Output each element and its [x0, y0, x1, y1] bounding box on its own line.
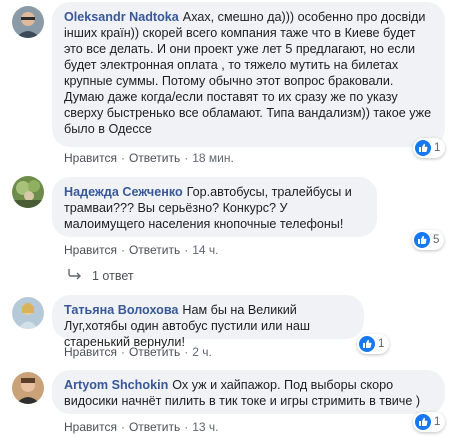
view-replies-link[interactable]: 1 ответ [68, 268, 134, 283]
comment-bubble: Надежда Сежченко Гор.автобусы, тралейбусы… [52, 177, 377, 237]
comment-actions: Нравится · Ответить · 13 ч. [64, 420, 219, 434]
reaction-count[interactable]: 1 [413, 138, 446, 158]
reaction-number: 1 [434, 416, 441, 428]
timestamp[interactable]: 2 ч. [192, 345, 212, 359]
avatar[interactable] [12, 297, 44, 329]
timestamp[interactable]: 13 ч. [192, 420, 218, 434]
avatar[interactable] [12, 6, 44, 38]
comment-author[interactable]: Татьяна Волохова [64, 303, 178, 317]
avatar[interactable] [12, 372, 44, 404]
reply-link[interactable]: Ответить [129, 345, 180, 359]
reaction-number: 1 [378, 338, 385, 350]
timestamp[interactable]: 18 мин. [192, 151, 234, 165]
comment-actions: Нравится · Ответить · 14 ч. [64, 243, 219, 257]
comment-author[interactable]: Artyom Shchokin [64, 378, 168, 392]
like-icon [415, 140, 431, 156]
comment-bubble: Татьяна Волохова Нам бы на Великий Луг,хо… [52, 295, 364, 349]
comment-bubble: Oleksandr Nadtoka Ахах, смешно да))) особ… [52, 2, 445, 147]
reaction-count[interactable]: 1 [413, 412, 446, 432]
reaction-count[interactable]: 5 [412, 230, 445, 250]
avatar[interactable] [12, 176, 44, 208]
comment-actions: Нравится · Ответить · 2 ч. [64, 345, 212, 359]
reaction-count[interactable]: 1 [357, 334, 390, 354]
like-link[interactable]: Нравится [64, 243, 117, 257]
reply-link[interactable]: Ответить [129, 151, 180, 165]
like-link[interactable]: Нравится [64, 420, 117, 434]
reply-arrow-icon [68, 268, 82, 283]
comment-actions: Нравится · Ответить · 18 мин. [64, 151, 234, 165]
like-link[interactable]: Нравится [64, 151, 117, 165]
timestamp[interactable]: 14 ч. [192, 243, 218, 257]
replies-count: 1 ответ [92, 268, 134, 283]
comment-author[interactable]: Надежда Сежченко [64, 185, 183, 199]
like-icon [415, 414, 431, 430]
comment-bubble: Artyom Shchokin Ох уж и хайпажор. Под выб… [52, 370, 445, 414]
like-link[interactable]: Нравится [64, 345, 117, 359]
comment-author[interactable]: Oleksandr Nadtoka [64, 10, 179, 24]
reply-link[interactable]: Ответить [129, 243, 180, 257]
like-icon [414, 232, 430, 248]
reaction-number: 1 [434, 142, 441, 154]
reply-link[interactable]: Ответить [129, 420, 180, 434]
comment-text: Ахах, смешно да))) особенно про досвіди … [64, 10, 432, 136]
like-icon [359, 336, 375, 352]
reaction-number: 5 [433, 234, 440, 246]
